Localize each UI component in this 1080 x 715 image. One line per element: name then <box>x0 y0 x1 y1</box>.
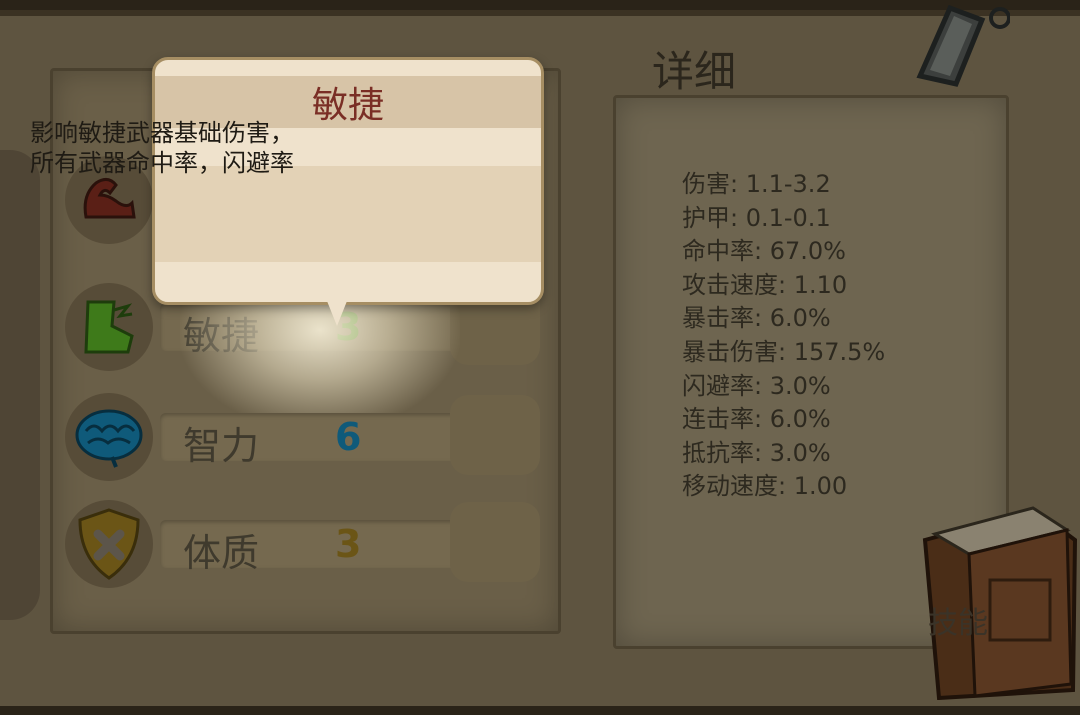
brain-icon <box>65 393 153 481</box>
tooltip-pointer <box>325 296 349 326</box>
details-title: 详细 <box>652 47 737 96</box>
attribute-label: 智力 <box>183 424 260 468</box>
attribute-value: 3 <box>335 522 362 566</box>
stat-resist-rate: 抵抗率: 3.0% <box>682 438 831 467</box>
character-silhouette <box>0 150 40 620</box>
tooltip-description-line: 影响敏捷武器基础伤害， <box>30 119 294 147</box>
shield-cross-icon <box>65 500 153 588</box>
tooltip-body-band <box>155 166 541 262</box>
attribute-value: 6 <box>335 415 362 459</box>
tooltip-description-line: 所有武器命中率，闪避率 <box>30 149 294 177</box>
stat-armor: 护甲: 0.1-0.1 <box>682 203 831 232</box>
stat-damage: 伤害: 1.1-3.2 <box>682 170 831 198</box>
stat-move-speed: 移动速度: 1.00 <box>682 472 848 501</box>
stat-hit-rate: 命中率: 67.0% <box>682 237 846 266</box>
stat-combo-rate: 连击率: 6.0% <box>682 405 831 434</box>
attribute-endcap <box>450 395 540 475</box>
skills-button-label[interactable]: 技能 <box>928 598 988 642</box>
stat-crit-rate: 暴击率: 6.0% <box>682 304 831 333</box>
attribute-label: 敏捷 <box>183 314 260 358</box>
tooltip-description: 影响敏捷武器基础伤害， 所有武器命中率，闪避率 <box>30 118 370 178</box>
details-stats-list: 伤害: 1.1-3.2 护甲: 0.1-0.1 命中率: 67.0% 攻击速度:… <box>682 168 885 504</box>
stat-dodge-rate: 闪避率: 3.0% <box>682 371 831 400</box>
agility-boot-icon <box>65 283 153 371</box>
attribute-row-intelligence[interactable]: 智力 6 <box>65 385 545 485</box>
stat-attack-speed: 攻击速度: 1.10 <box>682 270 848 299</box>
stat-crit-damage: 暴击伤害: 157.5% <box>682 337 886 366</box>
character-stats-screen: 力量 敏捷 3 智力 6 <box>0 0 1080 715</box>
attribute-tooltip: 敏捷 <box>152 57 544 305</box>
close-pin-icon[interactable] <box>900 0 1011 90</box>
attribute-row-constitution[interactable]: 体质 3 <box>65 492 545 592</box>
attribute-label: 体质 <box>183 531 260 575</box>
attribute-endcap <box>450 502 540 582</box>
